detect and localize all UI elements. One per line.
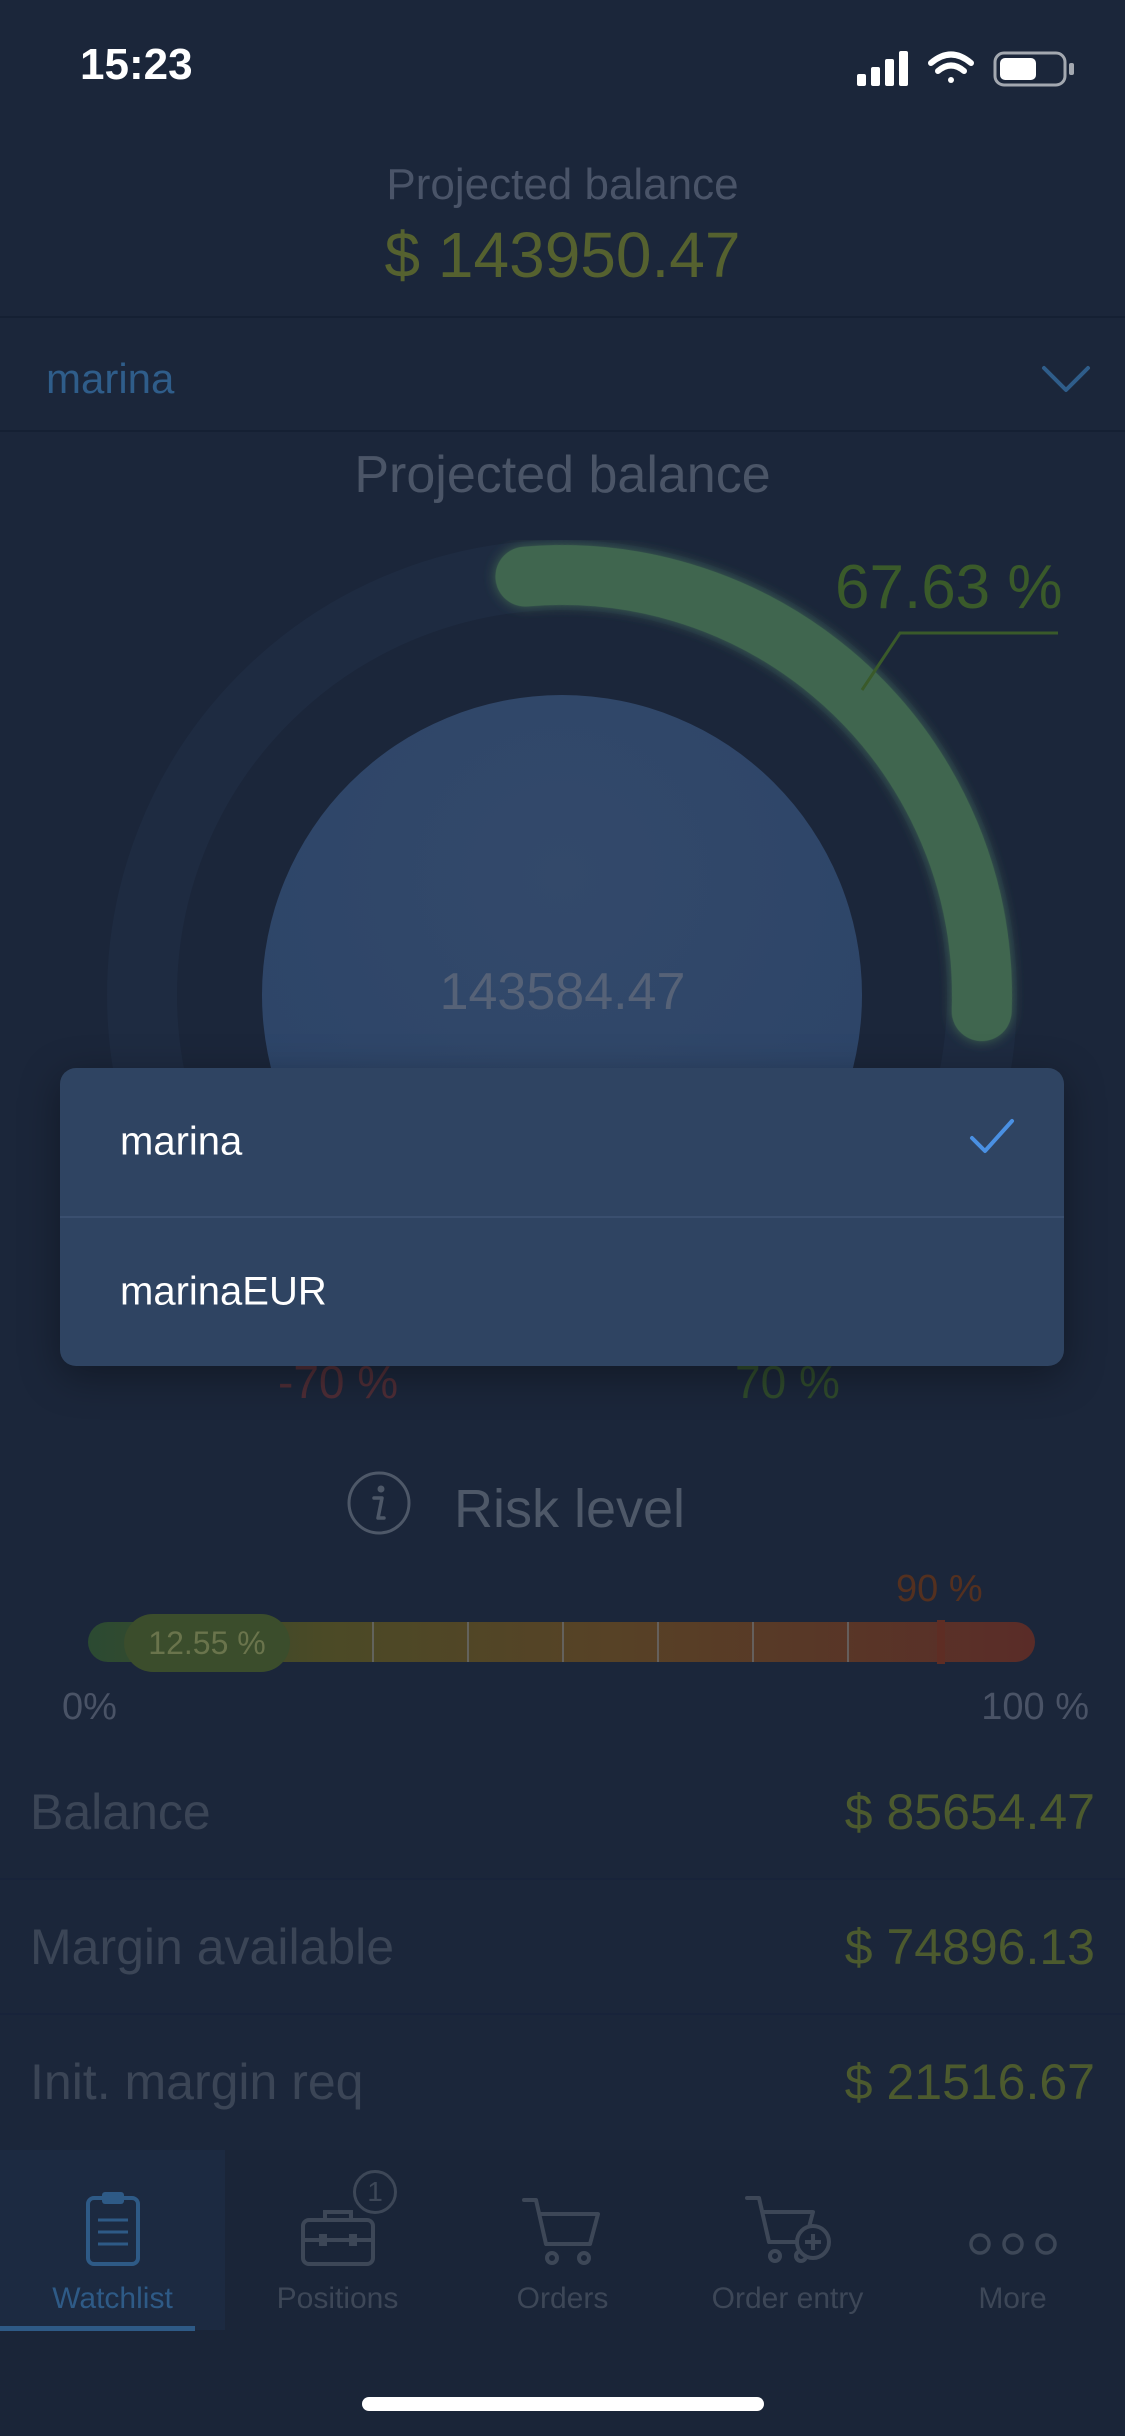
gauge-center-disc bbox=[262, 695, 862, 1100]
checkmark-icon bbox=[970, 1119, 1014, 1153]
risk-value-badge: 12.55 % bbox=[124, 1614, 290, 1672]
balance-value: $ 85654.47 bbox=[844, 1784, 1095, 1840]
tab-label: Orders bbox=[516, 2282, 609, 2315]
init-margin-value: $ 21516.67 bbox=[844, 2054, 1095, 2110]
balance-label: Balance bbox=[30, 1784, 211, 1840]
account-dropdown: marina marinaEUR bbox=[60, 1068, 1064, 1366]
home-indicator[interactable] bbox=[362, 2397, 764, 2411]
cellular-signal-icon bbox=[857, 51, 908, 86]
chevron-down-icon bbox=[1042, 366, 1090, 392]
header-title: Projected balance bbox=[386, 160, 739, 209]
cart-plus-icon bbox=[744, 2196, 831, 2263]
tab-more[interactable]: More bbox=[900, 2150, 1125, 2330]
margin-available-label: Margin available bbox=[30, 1919, 395, 1975]
risk-min-label: 0% bbox=[62, 1686, 117, 1728]
more-dots-icon bbox=[968, 2233, 1057, 2255]
margin-available-value: $ 74896.13 bbox=[844, 1919, 1095, 1975]
tab-label: More bbox=[978, 2282, 1047, 2315]
wifi-icon bbox=[928, 51, 974, 83]
section-title: Projected balance bbox=[354, 446, 771, 504]
cart-icon bbox=[521, 2198, 600, 2265]
divider bbox=[0, 1878, 1125, 1880]
clipboard-icon bbox=[85, 2192, 140, 2266]
account-option-label: marina bbox=[120, 1119, 243, 1164]
account-option-marinaeur[interactable]: marinaEUR bbox=[60, 1218, 1064, 1366]
info-icon[interactable] bbox=[346, 1470, 412, 1536]
risk-level-title: Risk level bbox=[454, 1479, 686, 1539]
tab-watchlist[interactable]: Watchlist bbox=[0, 2150, 225, 2330]
tab-label: Order entry bbox=[711, 2282, 864, 2315]
risk-max-label: 100 % bbox=[981, 1686, 1089, 1728]
account-selector-label: marina bbox=[46, 355, 175, 402]
gauge-percent-label: 67.63 % bbox=[835, 553, 1063, 622]
tab-active-indicator bbox=[0, 2326, 195, 2331]
tab-label: Positions bbox=[276, 2282, 399, 2315]
risk-threshold-label: 90 % bbox=[896, 1568, 983, 1610]
account-option-marina[interactable]: marina bbox=[60, 1068, 1064, 1216]
divider bbox=[0, 2013, 1125, 2015]
positions-badge: 1 bbox=[353, 2170, 397, 2214]
tab-label: Watchlist bbox=[52, 2282, 173, 2315]
tab-orders[interactable]: Orders bbox=[450, 2150, 675, 2330]
status-icons bbox=[857, 51, 1074, 87]
account-option-label: marinaEUR bbox=[120, 1269, 327, 1314]
divider bbox=[0, 430, 1125, 432]
status-time: 15:23 bbox=[80, 40, 193, 89]
init-margin-label: Init. margin req bbox=[30, 2054, 364, 2110]
account-selector[interactable]: marina bbox=[0, 318, 1125, 430]
tab-positions[interactable]: 1 Positions bbox=[225, 2150, 450, 2330]
header-projected-balance: $ 143950.47 bbox=[384, 219, 741, 291]
risk-threshold-marker bbox=[937, 1620, 945, 1664]
gauge-center-value: 143584.47 bbox=[439, 963, 686, 1021]
tab-order-entry[interactable]: Order entry bbox=[675, 2150, 900, 2330]
battery-icon bbox=[993, 51, 1074, 87]
